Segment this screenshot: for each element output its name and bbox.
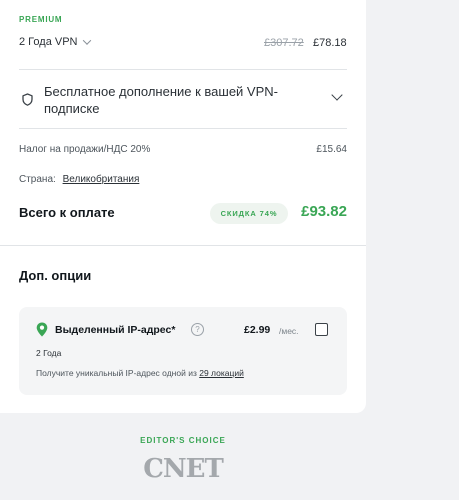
total-price: £93.82 (301, 203, 347, 220)
option-price-unit: /мес. (279, 326, 299, 336)
total-label: Всего к оплате (19, 205, 115, 220)
tax-label: Налог на продажи/НДС 20% (19, 144, 151, 155)
editors-choice-label: EDITOR'S CHOICE (140, 436, 226, 445)
option-name: Выделенный IP-адрес* (55, 324, 176, 336)
cnet-logo: CNET (143, 454, 224, 484)
chevron-down-icon (83, 36, 92, 45)
dedicated-ip-checkbox[interactable] (315, 323, 328, 336)
option-description: Получите уникальный IP-адрес одной из 29… (36, 368, 244, 378)
option-description-text: Получите уникальный IP-адрес одной из (36, 368, 197, 378)
country-label: Страна: (19, 174, 56, 185)
chevron-down-icon (331, 89, 343, 101)
current-price: £78.18 (313, 37, 347, 49)
divider (19, 128, 347, 129)
location-pin-icon (36, 322, 48, 342)
shield-icon (22, 93, 33, 111)
plan-duration-dropdown[interactable]: 2 Года VPN (19, 36, 92, 48)
country-link[interactable]: Великобритания (63, 174, 140, 185)
option-price: £2.99 (244, 324, 271, 336)
country-row: Страна: Великобритания (19, 174, 139, 185)
addon-description: Бесплатное дополнение к вашей VPN-подпис… (44, 84, 278, 116)
order-summary-card: PREMIUM 2 Года VPN £307.72 £78.18 Беспла… (0, 0, 366, 413)
section-divider (0, 245, 366, 246)
divider (19, 69, 347, 70)
locations-link[interactable]: 29 локаций (199, 368, 244, 378)
help-icon[interactable]: ? (191, 323, 204, 336)
discount-badge: СКИДКА 74% (210, 203, 288, 224)
plan-duration-value: 2 Года VPN (19, 36, 78, 48)
old-price: £307.72 (264, 37, 304, 49)
extra-options-title: Доп. опции (19, 268, 92, 283)
option-period: 2 Года (36, 348, 62, 358)
dedicated-ip-option: Выделенный IP-адрес* ? £2.99 /мес. 2 Год… (19, 307, 347, 395)
plan-tier-label: PREMIUM (19, 15, 63, 24)
free-addon-accordion[interactable]: Бесплатное дополнение к вашей VPN-подпис… (19, 81, 347, 121)
tax-value: £15.64 (316, 144, 347, 155)
